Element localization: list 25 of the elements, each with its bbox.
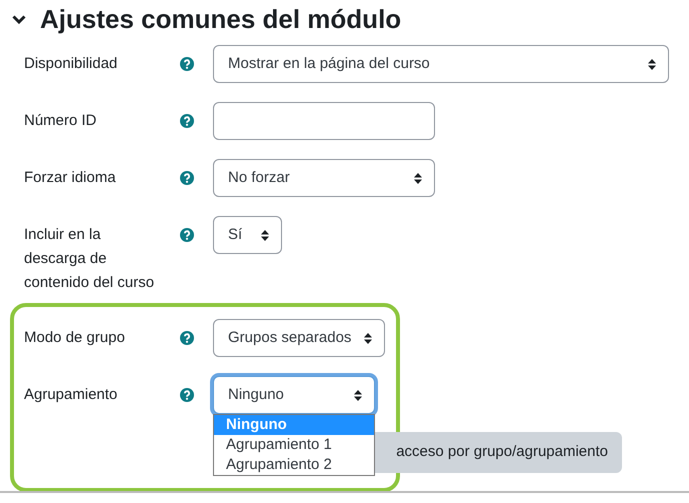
help-icon[interactable] (180, 171, 194, 185)
help-icon[interactable] (180, 114, 194, 128)
help-icon[interactable] (180, 228, 194, 242)
field-label: Número ID (24, 111, 98, 131)
field-label: Modo de grupo (24, 328, 126, 348)
field-label: Agrupamiento (24, 385, 118, 405)
select-field[interactable]: Ninguno (213, 376, 375, 414)
caret-icon (364, 332, 372, 344)
caret-icon (261, 230, 269, 240)
select-field[interactable]: Grupos separados (213, 319, 385, 357)
section-title: Ajustes comunes del módulo (40, 4, 402, 36)
help-icon[interactable] (180, 331, 194, 345)
select-field[interactable]: Sí (213, 216, 282, 254)
input-field[interactable] (213, 102, 435, 140)
caret-icon (414, 172, 422, 184)
help-icon[interactable] (180, 388, 194, 402)
field-label: Forzar idioma (24, 168, 117, 188)
caret-icon (648, 58, 656, 70)
help-icon[interactable] (180, 57, 194, 71)
field-label: Disponibilidad (24, 54, 118, 74)
caret-icon (354, 390, 362, 400)
field-label: Incluir en la descarga de contenido del curso (24, 225, 156, 293)
select-field[interactable]: Mostrar en la página del curso (213, 45, 669, 83)
chevron-icon[interactable] (12, 15, 26, 25)
select-field[interactable]: No forzar (213, 159, 435, 197)
